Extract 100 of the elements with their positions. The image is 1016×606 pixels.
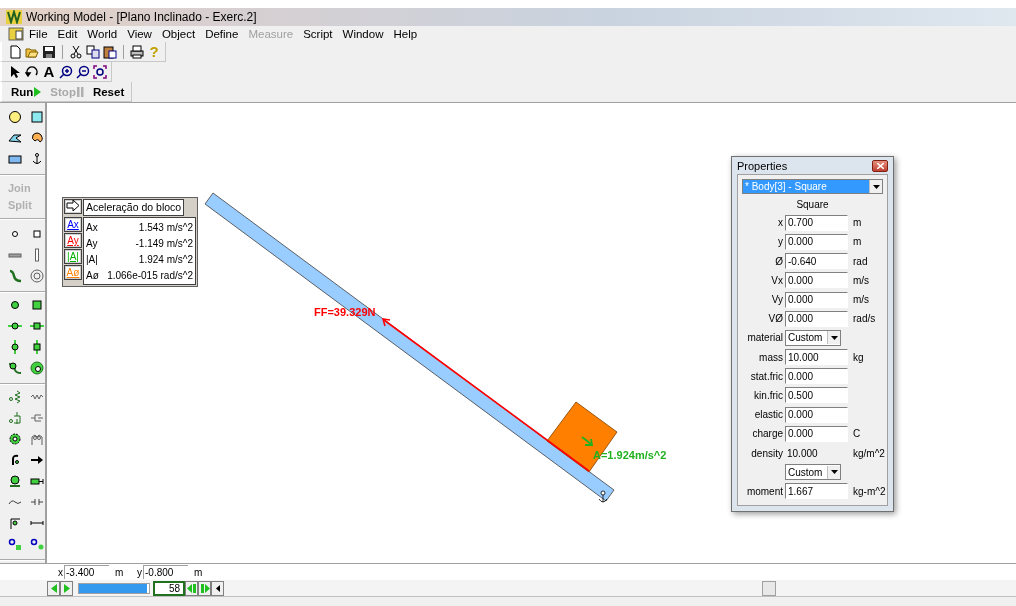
damper-icon[interactable] bbox=[8, 410, 22, 426]
pointer-icon[interactable] bbox=[8, 63, 22, 80]
meter-button[interactable]: Ay bbox=[64, 233, 82, 248]
rewind-button[interactable] bbox=[47, 580, 60, 596]
play-icon bbox=[34, 86, 42, 97]
property-field[interactable]: 0.000 bbox=[785, 368, 848, 385]
gear-icon[interactable] bbox=[8, 431, 22, 447]
menu-item[interactable]: Object bbox=[156, 28, 201, 40]
meter-value: 1.066e-015 rad/s^2 bbox=[107, 269, 193, 281]
zoom-in-icon[interactable] bbox=[59, 63, 73, 80]
ring-icon[interactable] bbox=[30, 268, 44, 284]
right-triangle-icon bbox=[63, 583, 70, 593]
rod-icon[interactable] bbox=[8, 515, 22, 531]
property-field[interactable]: 0.000 bbox=[785, 406, 848, 423]
unit-label: rad/s bbox=[852, 313, 877, 325]
zoom-out-icon[interactable] bbox=[76, 63, 90, 80]
scroll-left-button[interactable] bbox=[211, 580, 224, 596]
coordinate-field: -3.400 bbox=[64, 565, 109, 579]
run-control[interactable]: Run bbox=[8, 85, 45, 98]
property-label: charge bbox=[751, 428, 783, 440]
menu-item[interactable]: View bbox=[122, 28, 157, 40]
scrollbar-thumb[interactable] bbox=[762, 580, 776, 596]
query-icon[interactable] bbox=[30, 536, 44, 552]
step-forward-button[interactable] bbox=[198, 580, 211, 596]
property-label: mass bbox=[758, 351, 783, 363]
step-back-button[interactable] bbox=[185, 580, 198, 596]
anchor-icon[interactable] bbox=[30, 151, 44, 167]
property-label: VØ bbox=[767, 313, 783, 325]
property-value: 10.000 bbox=[786, 447, 819, 459]
meter-label: Aø bbox=[86, 269, 99, 281]
property-select[interactable]: Custom bbox=[785, 329, 841, 346]
zoom-fit-icon[interactable] bbox=[93, 63, 107, 80]
ring-joint-icon[interactable] bbox=[30, 360, 44, 376]
caret-icon bbox=[830, 470, 838, 475]
document-icon[interactable] bbox=[8, 27, 24, 41]
print-icon[interactable] bbox=[130, 43, 144, 60]
property-label: moment bbox=[745, 485, 783, 497]
curved-joint-icon[interactable] bbox=[8, 360, 22, 376]
anchor-icon bbox=[598, 490, 608, 503]
new-file-icon[interactable] bbox=[8, 43, 22, 60]
square-icon[interactable] bbox=[30, 109, 44, 125]
unit-label: kg-m^2 bbox=[852, 485, 886, 497]
property-label: kin.fric bbox=[753, 389, 783, 401]
acceleration-vector bbox=[581, 436, 594, 446]
scissors-icon[interactable] bbox=[69, 43, 83, 60]
curved-slot-icon[interactable] bbox=[8, 268, 22, 284]
property-field[interactable]: 0.000 bbox=[785, 291, 848, 308]
caret-icon bbox=[872, 184, 880, 189]
rotate-icon[interactable] bbox=[25, 63, 39, 80]
run-control[interactable]: Reset bbox=[89, 85, 128, 98]
property-field[interactable]: 0.000 bbox=[785, 233, 848, 250]
property-field[interactable]: 0.000 bbox=[785, 425, 848, 442]
properties-title: Properties bbox=[737, 159, 788, 172]
menu-item[interactable]: World bbox=[82, 28, 123, 40]
property-field[interactable]: -0.640 bbox=[785, 253, 848, 270]
paste-icon[interactable] bbox=[103, 43, 117, 60]
meter-value: -1.149 m/s^2 bbox=[135, 237, 193, 249]
circle-icon[interactable] bbox=[8, 109, 22, 125]
property-label: y bbox=[777, 236, 783, 248]
motor-icon[interactable] bbox=[8, 473, 22, 489]
text-tool-button[interactable]: A bbox=[42, 63, 56, 80]
app-logo-icon bbox=[6, 10, 22, 24]
menu-item[interactable]: Help bbox=[388, 28, 423, 40]
property-field[interactable]: 0.000 bbox=[785, 272, 848, 289]
save-icon[interactable] bbox=[42, 43, 56, 60]
close-icon bbox=[876, 162, 884, 169]
meter-arrow-button[interactable] bbox=[64, 199, 82, 214]
meter-value: 1.924 m/s^2 bbox=[138, 253, 193, 265]
rigid-joint-icon[interactable] bbox=[30, 297, 44, 313]
property-field[interactable]: 10.000 bbox=[785, 349, 848, 366]
menu-item[interactable]: Window bbox=[337, 28, 389, 40]
spring-icon[interactable] bbox=[8, 389, 22, 405]
left-triangle-icon bbox=[50, 583, 57, 593]
close-button[interactable] bbox=[872, 159, 888, 172]
unit-label: m/s bbox=[852, 294, 871, 306]
vertical-rigid-slot-icon[interactable] bbox=[30, 339, 44, 355]
step-back-icon bbox=[186, 583, 197, 593]
property-field[interactable]: 1.667 bbox=[785, 483, 848, 500]
property-label: x bbox=[777, 217, 783, 229]
menu-item[interactable]: Define bbox=[200, 28, 244, 40]
unit-label: kg/m^2 bbox=[852, 447, 885, 459]
frame-counter: 58 bbox=[153, 580, 185, 596]
meter-label: Ax bbox=[86, 221, 98, 233]
property-field[interactable]: 0.700 bbox=[785, 214, 848, 231]
property-select[interactable]: Custom bbox=[785, 464, 841, 481]
menu-item[interactable]: File bbox=[24, 28, 53, 40]
coordinate-unit: m bbox=[114, 566, 125, 578]
menu-item[interactable]: Edit bbox=[52, 28, 83, 40]
property-field[interactable]: 0.500 bbox=[785, 387, 848, 404]
property-label: Vx bbox=[770, 274, 783, 286]
query-icon[interactable] bbox=[8, 536, 22, 552]
menu-item[interactable]: Script bbox=[298, 28, 338, 40]
play-button[interactable] bbox=[60, 580, 73, 596]
copy-icon[interactable] bbox=[86, 43, 100, 60]
coordinate-label: x bbox=[58, 566, 63, 578]
meter-button[interactable]: Ax bbox=[64, 217, 82, 232]
property-label: elastic bbox=[753, 409, 783, 421]
step-forward-icon bbox=[199, 583, 210, 593]
vertical-pin-slot-icon[interactable] bbox=[8, 339, 22, 355]
property-field[interactable]: 0.000 bbox=[785, 310, 848, 327]
